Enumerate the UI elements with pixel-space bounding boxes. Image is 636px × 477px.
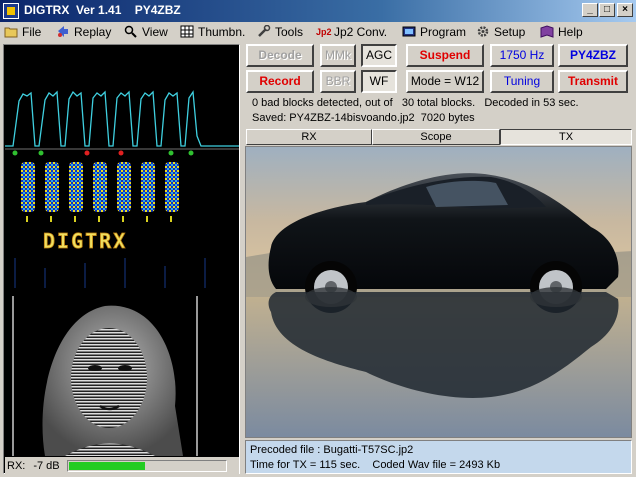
left-panel: DIGTRX RX: -7 dB	[3, 44, 240, 474]
minimize-button[interactable]: _	[582, 3, 598, 17]
svg-text:Jp2: Jp2	[316, 27, 332, 37]
tab-bar: RX Scope TX	[246, 129, 632, 145]
saved-info: Saved: PY4ZBZ-14bisvoando.jp2 7020 bytes	[252, 112, 475, 124]
jp2-icon: Jp2	[316, 25, 332, 38]
menu-bar: File Replay View Thumbn. Tools Jp2 Jp2 C…	[0, 22, 636, 41]
menu-label: Jp2 Conv.	[334, 24, 388, 39]
rx-level-bar: RX: -7 dB	[5, 457, 239, 474]
magnifier-icon	[124, 25, 138, 38]
window-title: DIGTRX Ver 1.41 PY4ZBZ	[24, 3, 181, 17]
rx-level-value: -7 dB	[33, 459, 60, 472]
menu-label: Tools	[275, 24, 304, 39]
menu-label: Help	[558, 24, 583, 39]
tuning-button[interactable]: Tuning	[490, 70, 554, 93]
folder-icon	[4, 25, 18, 38]
decode-button[interactable]: Decode	[246, 44, 314, 67]
grid-icon	[180, 25, 194, 38]
tab-tx[interactable]: TX	[500, 129, 632, 145]
gear-icon	[476, 25, 490, 38]
menu-label: File	[22, 24, 42, 39]
waterfall-display: DIGTRX	[5, 158, 239, 296]
menu-tools[interactable]: Tools	[257, 23, 303, 40]
carrier-markers	[5, 148, 239, 158]
received-image	[5, 296, 239, 456]
record-button[interactable]: Record	[246, 70, 314, 93]
wf-button[interactable]: WF	[361, 70, 397, 93]
callsign-button[interactable]: PY4ZBZ	[558, 44, 628, 67]
menu-label: Program	[420, 24, 467, 39]
transmit-button[interactable]: Transmit	[558, 70, 628, 93]
tx-image	[245, 146, 632, 438]
menu-label: Setup	[494, 24, 526, 39]
menu-label: Thumbn.	[198, 24, 246, 39]
tx-status-panel: Precoded file : Bugatti-T57SC.jp2 Time f…	[245, 440, 632, 474]
menu-replay[interactable]: Replay	[56, 23, 111, 40]
tools-icon	[257, 24, 271, 38]
menu-jp2conv[interactable]: Jp2 Jp2 Conv.	[316, 23, 387, 40]
tab-rx[interactable]: RX	[246, 129, 372, 145]
title-bar[interactable]: DIGTRX Ver 1.41 PY4ZBZ _ □ ×	[0, 0, 636, 22]
app-icon[interactable]	[3, 3, 19, 19]
precoded-file-text: Precoded file : Bugatti-T57SC.jp2	[250, 444, 414, 456]
menu-setup[interactable]: Setup	[476, 23, 525, 40]
menu-file[interactable]: File	[4, 23, 41, 40]
menu-program[interactable]: Program	[402, 23, 466, 40]
program-icon	[402, 25, 416, 38]
menu-label: View	[142, 24, 168, 39]
bbr-button[interactable]: BBR	[320, 70, 356, 93]
frequency-button[interactable]: 1750 Hz	[490, 44, 554, 67]
digtrx-logo: DIGTRX	[43, 229, 127, 253]
replay-icon	[56, 25, 70, 38]
scope-display	[5, 46, 239, 148]
tab-scope[interactable]: Scope	[372, 129, 500, 145]
menu-help[interactable]: Help	[540, 23, 583, 40]
menu-thumbn[interactable]: Thumbn.	[180, 23, 245, 40]
maximize-button[interactable]: □	[599, 3, 615, 17]
menu-view[interactable]: View	[124, 23, 168, 40]
rx-level-meter	[67, 459, 228, 472]
suspend-button[interactable]: Suspend	[406, 44, 484, 67]
rx-level-fill	[69, 461, 146, 470]
car-photo	[246, 147, 631, 437]
agc-button[interactable]: AGC	[361, 44, 397, 67]
decode-info: 0 bad blocks detected, out of 30 total b…	[252, 97, 579, 109]
mode-button[interactable]: Mode = W12	[406, 70, 484, 93]
book-icon	[540, 25, 554, 38]
menu-label: Replay	[74, 24, 112, 39]
mmk-button[interactable]: MMk	[320, 44, 356, 67]
rx-label: RX:	[7, 459, 26, 472]
close-button[interactable]: ×	[617, 3, 633, 17]
scope-waveform	[5, 90, 239, 147]
tx-time-text: Time for TX = 115 sec. Coded Wav file = …	[250, 459, 501, 471]
